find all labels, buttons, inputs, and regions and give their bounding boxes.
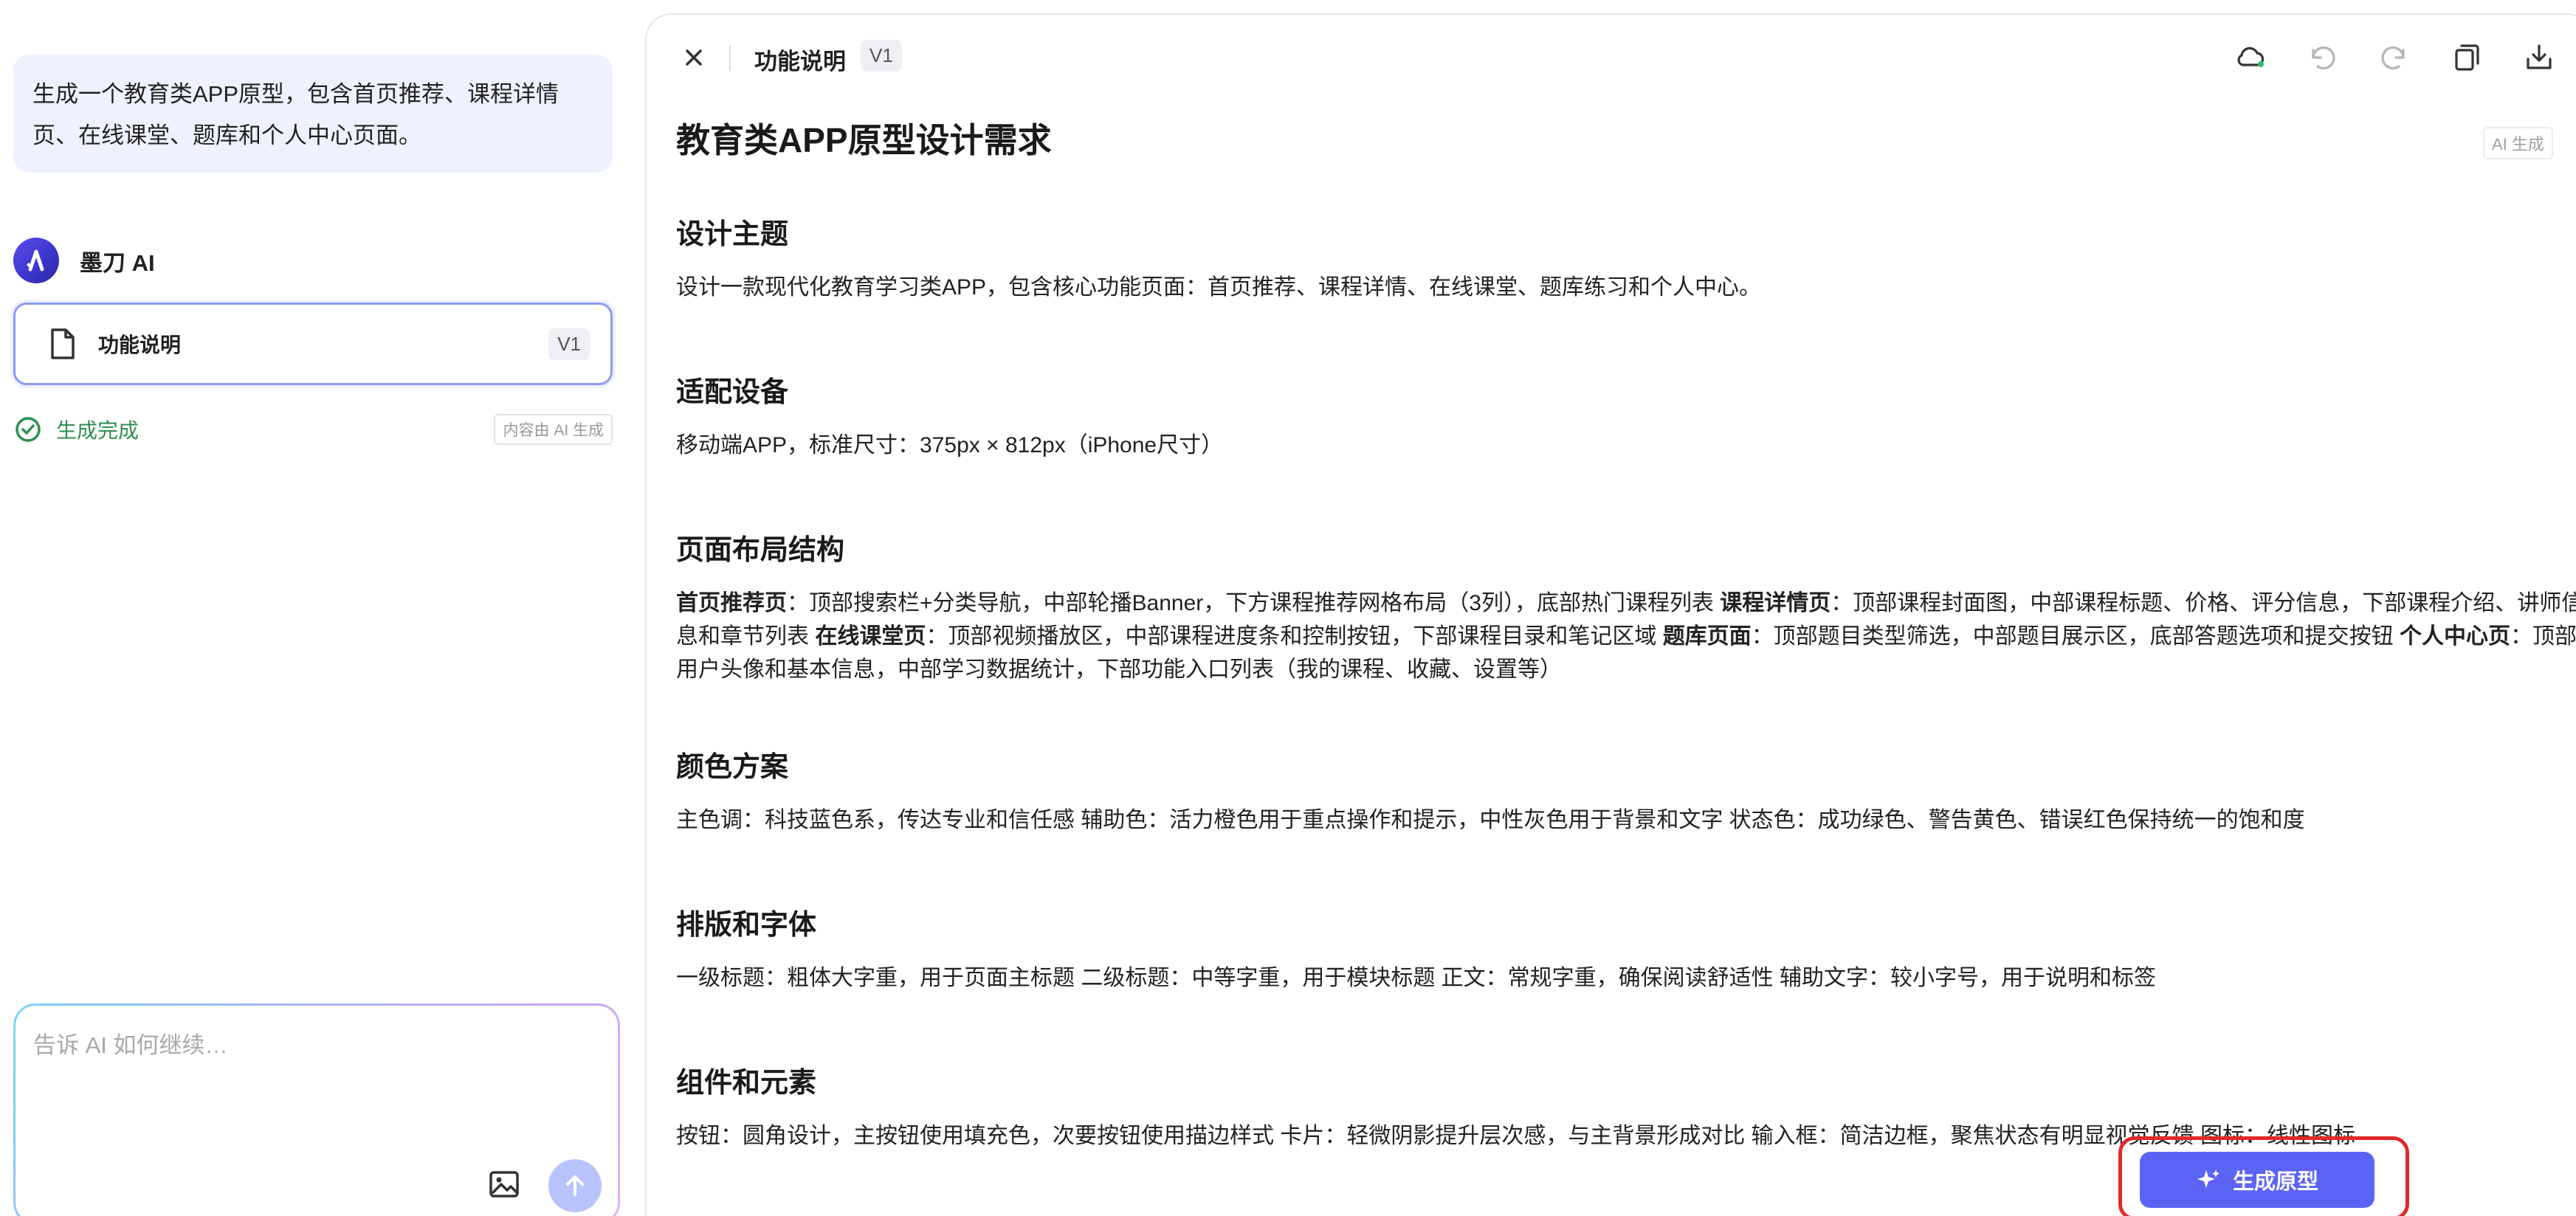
doc-card-title: 功能说明	[98, 334, 182, 356]
doc-card-version-badge: V1	[548, 328, 590, 360]
section-heading: 页面布局结构	[676, 535, 845, 566]
close-icon[interactable]	[679, 43, 709, 72]
page-name-classroom: 在线课堂页	[815, 624, 926, 649]
section-body: 移动端APP，标准尺寸：375px × 812px（iPhone尺寸）	[676, 433, 1224, 457]
download-icon[interactable]	[2523, 41, 2555, 74]
document-name: 功能说明	[754, 49, 846, 75]
page-desc-question-bank: ：顶部题目类型筛选，中部题目展示区，底部答题选项和提交按钮	[1751, 624, 2400, 649]
section-heading: 适配设备	[676, 377, 789, 408]
status-text: 生成完成	[56, 419, 140, 442]
composer-body	[16, 1006, 618, 1216]
document-version-badge: V1	[861, 40, 902, 72]
copy-icon[interactable]	[2451, 41, 2483, 74]
section-typography: 排版和字体 一级标题：粗体大字重，用于页面主标题 二级标题：中等字重，用于模块标…	[676, 902, 2576, 995]
assistant-name: 墨刀 AI	[80, 249, 155, 276]
sparkle-icon	[2197, 1170, 2219, 1188]
assistant-logo-icon	[13, 238, 59, 283]
chat-composer	[13, 1003, 620, 1216]
section-heading: 排版和字体	[676, 910, 817, 941]
page-name-course-detail: 课程详情页	[1720, 591, 1831, 615]
generation-status: 生成完成 内容由 AI 生成	[15, 413, 613, 446]
cloud-sync-icon[interactable]	[2234, 41, 2266, 74]
prompt-input[interactable]	[33, 1026, 594, 1115]
section-heading: 组件和元素	[676, 1068, 817, 1099]
document-title: 教育类APP原型设计需求	[676, 121, 1052, 159]
generate-prototype-button[interactable]: 生成原型	[2140, 1152, 2374, 1208]
redo-icon[interactable]	[2378, 41, 2411, 74]
page-name-home: 首页推荐页	[676, 591, 787, 615]
file-icon	[51, 328, 75, 359]
assistant-header: 墨刀 AI	[13, 238, 155, 283]
toolbar-divider	[729, 46, 731, 71]
section-body: 设计一款现代化教育学习类APP，包含核心功能页面：首页推荐、课程详情、在线课堂、…	[676, 275, 1762, 300]
page-name-profile: 个人中心页	[2400, 624, 2511, 649]
send-arrow-icon	[566, 1175, 584, 1196]
chat-panel: 生成一个教育类APP原型，包含首页推荐、课程详情页、在线课堂、题库和个人中心页面…	[0, 0, 642, 1216]
generate-button-highlight: 生成原型	[2118, 1136, 2409, 1216]
generate-button-label: 生成原型	[2232, 1170, 2318, 1194]
ai-content-tag: 内容由 AI 生成	[494, 414, 613, 445]
check-circle-icon	[16, 417, 41, 442]
undo-icon[interactable]	[2306, 41, 2338, 74]
section-heading: 颜色方案	[676, 752, 789, 783]
send-button[interactable]	[548, 1159, 602, 1212]
section-colors: 颜色方案 主色调：科技蓝色系，传达专业和信任感 辅助色：活力橙色用于重点操作和提…	[676, 744, 2576, 837]
section-layout: 页面布局结构 首页推荐页：顶部搜索栏+分类导航，中部轮播Banner，下方课程推…	[676, 527, 2576, 686]
page-desc-home: ：顶部搜索栏+分类导航，中部轮播Banner，下方课程推荐网格布局（3列），底部…	[787, 591, 1721, 615]
section-body: 一级标题：粗体大字重，用于页面主标题 二级标题：中等字重，用于模块标题 正文：常…	[676, 966, 2157, 990]
section-body: 首页推荐页：顶部搜索栏+分类导航，中部轮播Banner，下方课程推荐网格布局（3…	[676, 587, 2576, 686]
page-name-question-bank: 题库页面	[1662, 624, 1752, 649]
section-devices: 适配设备 移动端APP，标准尺寸：375px × 812px（iPhone尺寸）	[676, 369, 2576, 462]
document-panel: 功能说明 V1 AI 生成 教育类APP原型设计需求 设计主题 设计一款现代化教…	[645, 13, 2576, 1216]
page-desc-classroom: ：顶部视频播放区，中部课程进度条和控制按钮，下部课程目录和笔记区域	[926, 624, 1663, 649]
section-body: 主色调：科技蓝色系，传达专业和信任感 辅助色：活力橙色用于重点操作和提示，中性灰…	[676, 808, 2305, 832]
section-design-theme: 设计主题 设计一款现代化教育学习类APP，包含核心功能页面：首页推荐、课程详情、…	[676, 211, 2576, 304]
doc-card[interactable]: 功能说明 V1	[13, 303, 613, 385]
app-root: 生成一个教育类APP原型，包含首页推荐、课程详情页、在线课堂、题库和个人中心页面…	[0, 0, 2576, 1216]
section-heading: 设计主题	[676, 219, 789, 250]
document-content: 教育类APP原型设计需求 设计主题 设计一款现代化教育学习类APP，包含核心功能…	[676, 111, 2576, 1153]
image-upload-icon[interactable]	[488, 1168, 520, 1201]
document-toolbar: 功能说明 V1	[647, 15, 2576, 100]
user-message-bubble: 生成一个教育类APP原型，包含首页推荐、课程详情页、在线课堂、题库和个人中心页面…	[13, 55, 613, 173]
